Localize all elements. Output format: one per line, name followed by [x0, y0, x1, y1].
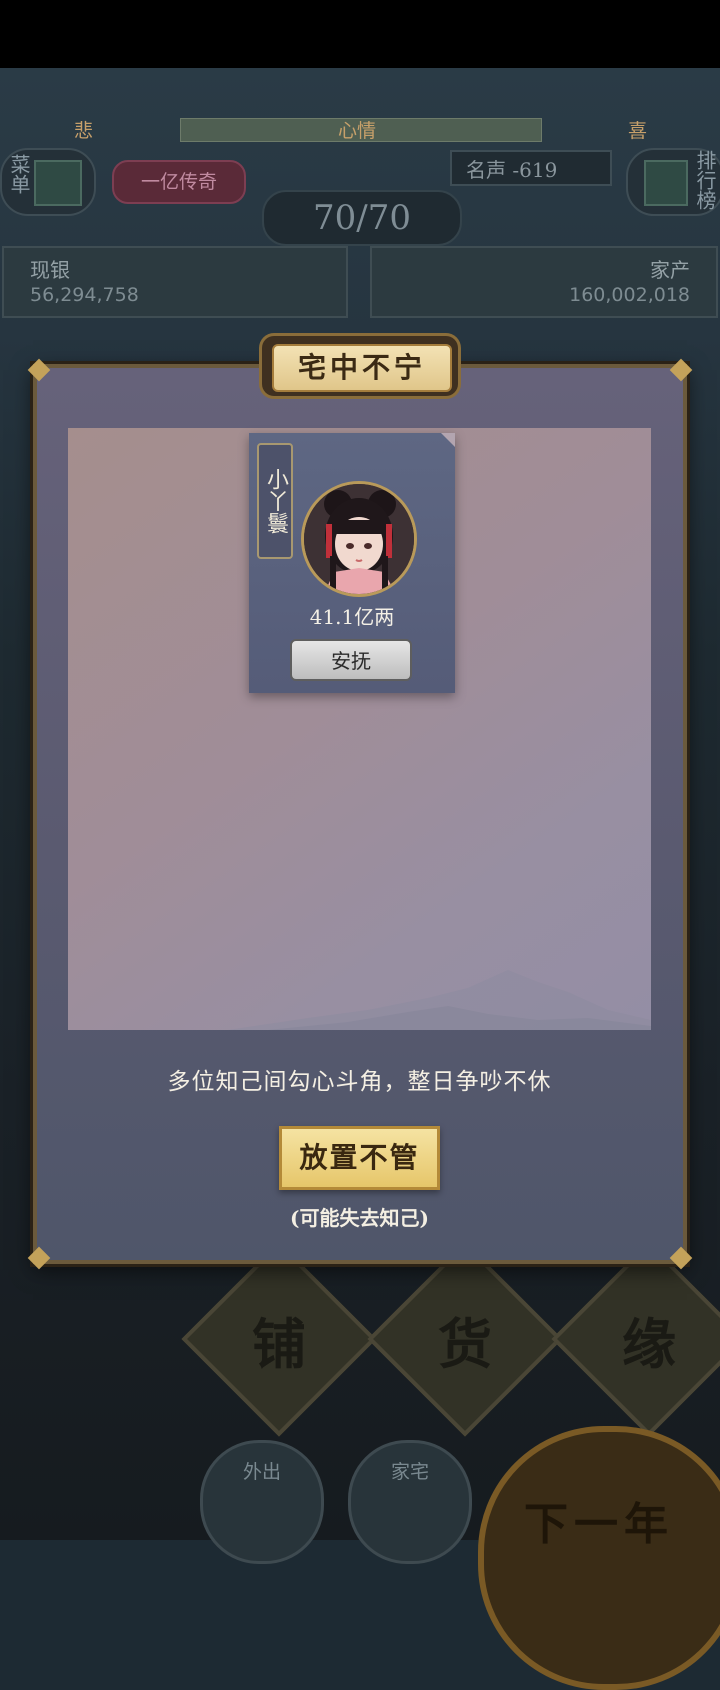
assets-value: 160,002,018 [569, 284, 690, 306]
tile-goods-label: 货 [438, 1311, 492, 1376]
companion-card: 小丫鬟 41.1亿两 安抚 [249, 433, 455, 693]
next-year-button[interactable]: 下一年 [478, 1426, 720, 1690]
fame-display: 名声 -619 [450, 150, 612, 186]
mood-bar: 悲 心情 喜 [0, 116, 720, 142]
cash-panel: 现银 56,294,758 [2, 246, 348, 318]
ranking-button[interactable]: 排行榜 [626, 148, 720, 216]
mood-bad-label: 悲 [74, 120, 94, 142]
maid-portrait [304, 484, 414, 594]
menu-button[interactable]: 菜单 [0, 148, 96, 216]
mood-good-label: 喜 [628, 120, 648, 142]
soothe-button[interactable]: 安抚 [290, 639, 412, 681]
tile-shop-label: 铺 [252, 1311, 306, 1376]
ranking-label: 排行榜 [693, 150, 717, 210]
nav-home-label: 家宅 [390, 1461, 429, 1483]
nav-outing-label: 外出 [242, 1461, 281, 1483]
nav-outing-button[interactable]: 外出 [200, 1440, 324, 1564]
tile-fate-label: 缘 [622, 1311, 676, 1376]
ignore-button[interactable]: 放置不管 [279, 1126, 440, 1190]
title-badge[interactable]: 一亿传奇 [112, 160, 246, 204]
status-bar [0, 0, 720, 68]
menu-label: 菜单 [7, 154, 31, 194]
cash-label: 现银 [30, 258, 70, 282]
menu-icon [34, 160, 82, 206]
companion-price: 41.1亿两 [309, 605, 395, 629]
dialog-title-plate: 宅中不宁 [262, 336, 458, 396]
ignore-warning: (可能失去知己) [290, 1206, 429, 1230]
mood-label: 心情 [338, 120, 377, 142]
event-message: 多位知己间勾心斗角，整日争吵不休 [167, 1069, 552, 1095]
mountain-mist-decoration [228, 970, 651, 1030]
companion-name: 小丫鬟 [257, 443, 293, 559]
companion-avatar [301, 481, 417, 597]
assets-label: 家产 [650, 258, 690, 282]
dialog-title: 宅中不宁 [272, 344, 452, 392]
ranking-icon [644, 160, 688, 206]
assets-panel: 家产 160,002,018 [370, 246, 718, 318]
energy-display: 70/70 [262, 190, 462, 246]
cash-value: 56,294,758 [30, 284, 139, 306]
card-fold-decoration [441, 433, 455, 447]
nav-home-button[interactable]: 家宅 [348, 1440, 472, 1564]
next-year-label: 下一年 [524, 1499, 674, 1550]
